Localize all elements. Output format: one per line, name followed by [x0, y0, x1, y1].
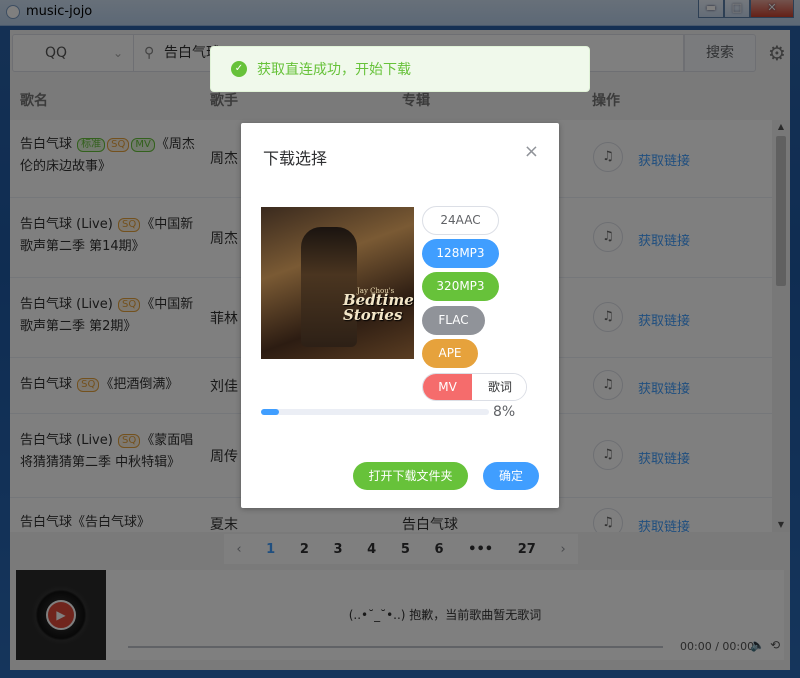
download-progress: [261, 409, 489, 415]
lyric-button[interactable]: 歌词: [472, 374, 526, 400]
close-icon[interactable]: ×: [524, 141, 539, 162]
quality-flac-button[interactable]: FLAC: [422, 306, 485, 335]
cover-title: Bedtime Stories: [343, 291, 414, 324]
download-dialog: 下载选择 × Jay Chou's Bedtime Stories 24AAC …: [241, 123, 559, 508]
download-progress-fill: [261, 409, 280, 415]
cover-figure: [301, 227, 357, 347]
confirm-button[interactable]: 确定: [483, 462, 539, 490]
download-progress-text: 8%: [493, 404, 516, 420]
open-folder-button[interactable]: 打开下载文件夹: [353, 462, 468, 490]
mv-button[interactable]: MV: [423, 374, 472, 400]
quality-24aac-button[interactable]: 24AAC: [422, 206, 499, 235]
success-toast: ✓ 获取直连成功，开始下载: [210, 46, 590, 92]
toast-message: 获取直连成功，开始下载: [257, 62, 411, 78]
check-icon: ✓: [231, 61, 247, 77]
album-cover: Jay Chou's Bedtime Stories: [261, 207, 414, 359]
quality-ape-button[interactable]: APE: [422, 339, 478, 368]
mv-lyric-group: MV 歌词: [422, 373, 527, 401]
dialog-title: 下载选择: [263, 149, 328, 168]
quality-128mp3-button[interactable]: 128MP3: [422, 239, 499, 268]
quality-320mp3-button[interactable]: 320MP3: [422, 272, 499, 301]
